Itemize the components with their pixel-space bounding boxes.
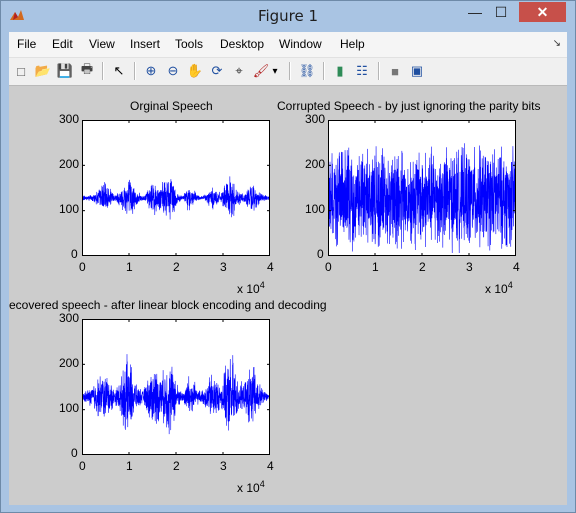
axes1-xtick: 4: [267, 260, 274, 274]
axes1-title: Orginal Speech: [130, 99, 213, 113]
axes3-xtick: 0: [79, 459, 86, 473]
axes3-ytick: 0: [71, 446, 78, 460]
brush-icon[interactable]: 🖌: [251, 61, 271, 81]
toolbar-separator: [323, 62, 325, 80]
menu-bar: File Edit View Insert Tools Desktop Wind…: [9, 32, 567, 58]
menu-window[interactable]: Window: [279, 37, 322, 51]
axes2-xtick: 2: [419, 260, 426, 274]
menu-view[interactable]: View: [89, 37, 115, 51]
axes3-title: ecovered speech - after linear block enc…: [9, 298, 327, 312]
menu-file[interactable]: File: [17, 37, 36, 51]
toolbar-separator: [289, 62, 291, 80]
pan-hand-icon[interactable]: ✋: [185, 61, 205, 81]
axes1-xtick: 0: [79, 260, 86, 274]
axes2-plot[interactable]: [328, 120, 516, 256]
client-area: File Edit View Insert Tools Desktop Wind…: [9, 32, 567, 505]
axes3-x-multiplier: x 104: [237, 479, 265, 495]
axes1-ytick: 100: [59, 202, 80, 216]
menu-insert[interactable]: Insert: [130, 37, 160, 51]
link-plot-icon[interactable]: ⛓: [297, 61, 317, 81]
axes1-xtick: 3: [220, 260, 227, 274]
open-file-icon[interactable]: 📂: [33, 61, 53, 81]
legend-icon[interactable]: ☷: [352, 61, 372, 81]
axes2-ytick: 100: [305, 202, 326, 216]
axes1-ytick: 200: [59, 157, 80, 171]
figure-window: Figure 1 — ☐ ✕ File Edit View Insert Too…: [0, 0, 576, 513]
minimize-button[interactable]: —: [462, 2, 488, 22]
axes2-ytick: 0: [317, 247, 324, 261]
axes1-xtick: 1: [126, 260, 133, 274]
zoom-out-icon[interactable]: ⊖: [163, 61, 183, 81]
maximize-button[interactable]: ☐: [488, 2, 514, 22]
axes2-xtick: 3: [466, 260, 473, 274]
menu-help[interactable]: Help: [340, 37, 365, 51]
dock-arrow-icon[interactable]: ↘: [553, 38, 561, 49]
axes3-ytick: 300: [59, 311, 80, 325]
axes3-xtick: 3: [220, 459, 227, 473]
figure-canvas: Orginal Speech 300 200 100 0 0 1 2 3 4 x…: [9, 86, 567, 505]
toolbar-separator: [134, 62, 136, 80]
axes1-ytick: 300: [59, 112, 80, 126]
print-icon[interactable]: 🖶: [77, 61, 97, 81]
hide-plot-tools-icon[interactable]: ■: [385, 61, 405, 81]
menu-tools[interactable]: Tools: [175, 37, 203, 51]
menu-desktop[interactable]: Desktop: [220, 37, 264, 51]
axes1-ytick: 0: [71, 247, 78, 261]
axes3-xtick: 1: [126, 459, 133, 473]
axes3-ytick: 100: [59, 401, 80, 415]
axes2-x-multiplier: x 104: [485, 280, 513, 296]
show-plot-tools-icon[interactable]: ▣: [407, 61, 427, 81]
axes1-x-multiplier: x 104: [237, 280, 265, 296]
axes2-xtick: 0: [325, 260, 332, 274]
axes3-ytick: 200: [59, 356, 80, 370]
toolbar-separator: [102, 62, 104, 80]
close-button[interactable]: ✕: [519, 2, 566, 22]
axes3-xtick: 2: [173, 459, 180, 473]
data-cursor-icon[interactable]: ⌖: [229, 61, 249, 81]
axes3-xtick: 4: [267, 459, 274, 473]
title-bar[interactable]: Figure 1 — ☐ ✕: [1, 1, 575, 32]
axes2-ytick: 300: [305, 112, 326, 126]
edit-plot-arrow-icon[interactable]: ↖: [109, 61, 129, 81]
axes2-xtick: 4: [513, 260, 520, 274]
zoom-in-icon[interactable]: ⊕: [141, 61, 161, 81]
new-figure-icon[interactable]: □: [11, 61, 31, 81]
axes2-title: Corrupted Speech - by just ignoring the …: [277, 99, 541, 113]
axes2-xtick: 1: [372, 260, 379, 274]
toolbar-separator: [378, 62, 380, 80]
rotate-3d-icon[interactable]: ⟳: [207, 61, 227, 81]
axes1-plot[interactable]: [82, 120, 270, 256]
brush-dropdown-icon[interactable]: ▾: [269, 61, 281, 81]
figure-toolbar: □ 📂 💾 🖶 ↖ ⊕ ⊖ ✋ ⟳ ⌖ 🖌 ▾ ⛓ ▮ ☷ ■ ▣: [9, 58, 567, 86]
axes3-plot[interactable]: [82, 319, 270, 455]
axes1-xtick: 2: [173, 260, 180, 274]
axes-background: [82, 120, 270, 256]
save-icon[interactable]: 💾: [55, 61, 75, 81]
colorbar-icon[interactable]: ▮: [330, 61, 350, 81]
axes2-ytick: 200: [305, 157, 326, 171]
menu-edit[interactable]: Edit: [52, 37, 73, 51]
